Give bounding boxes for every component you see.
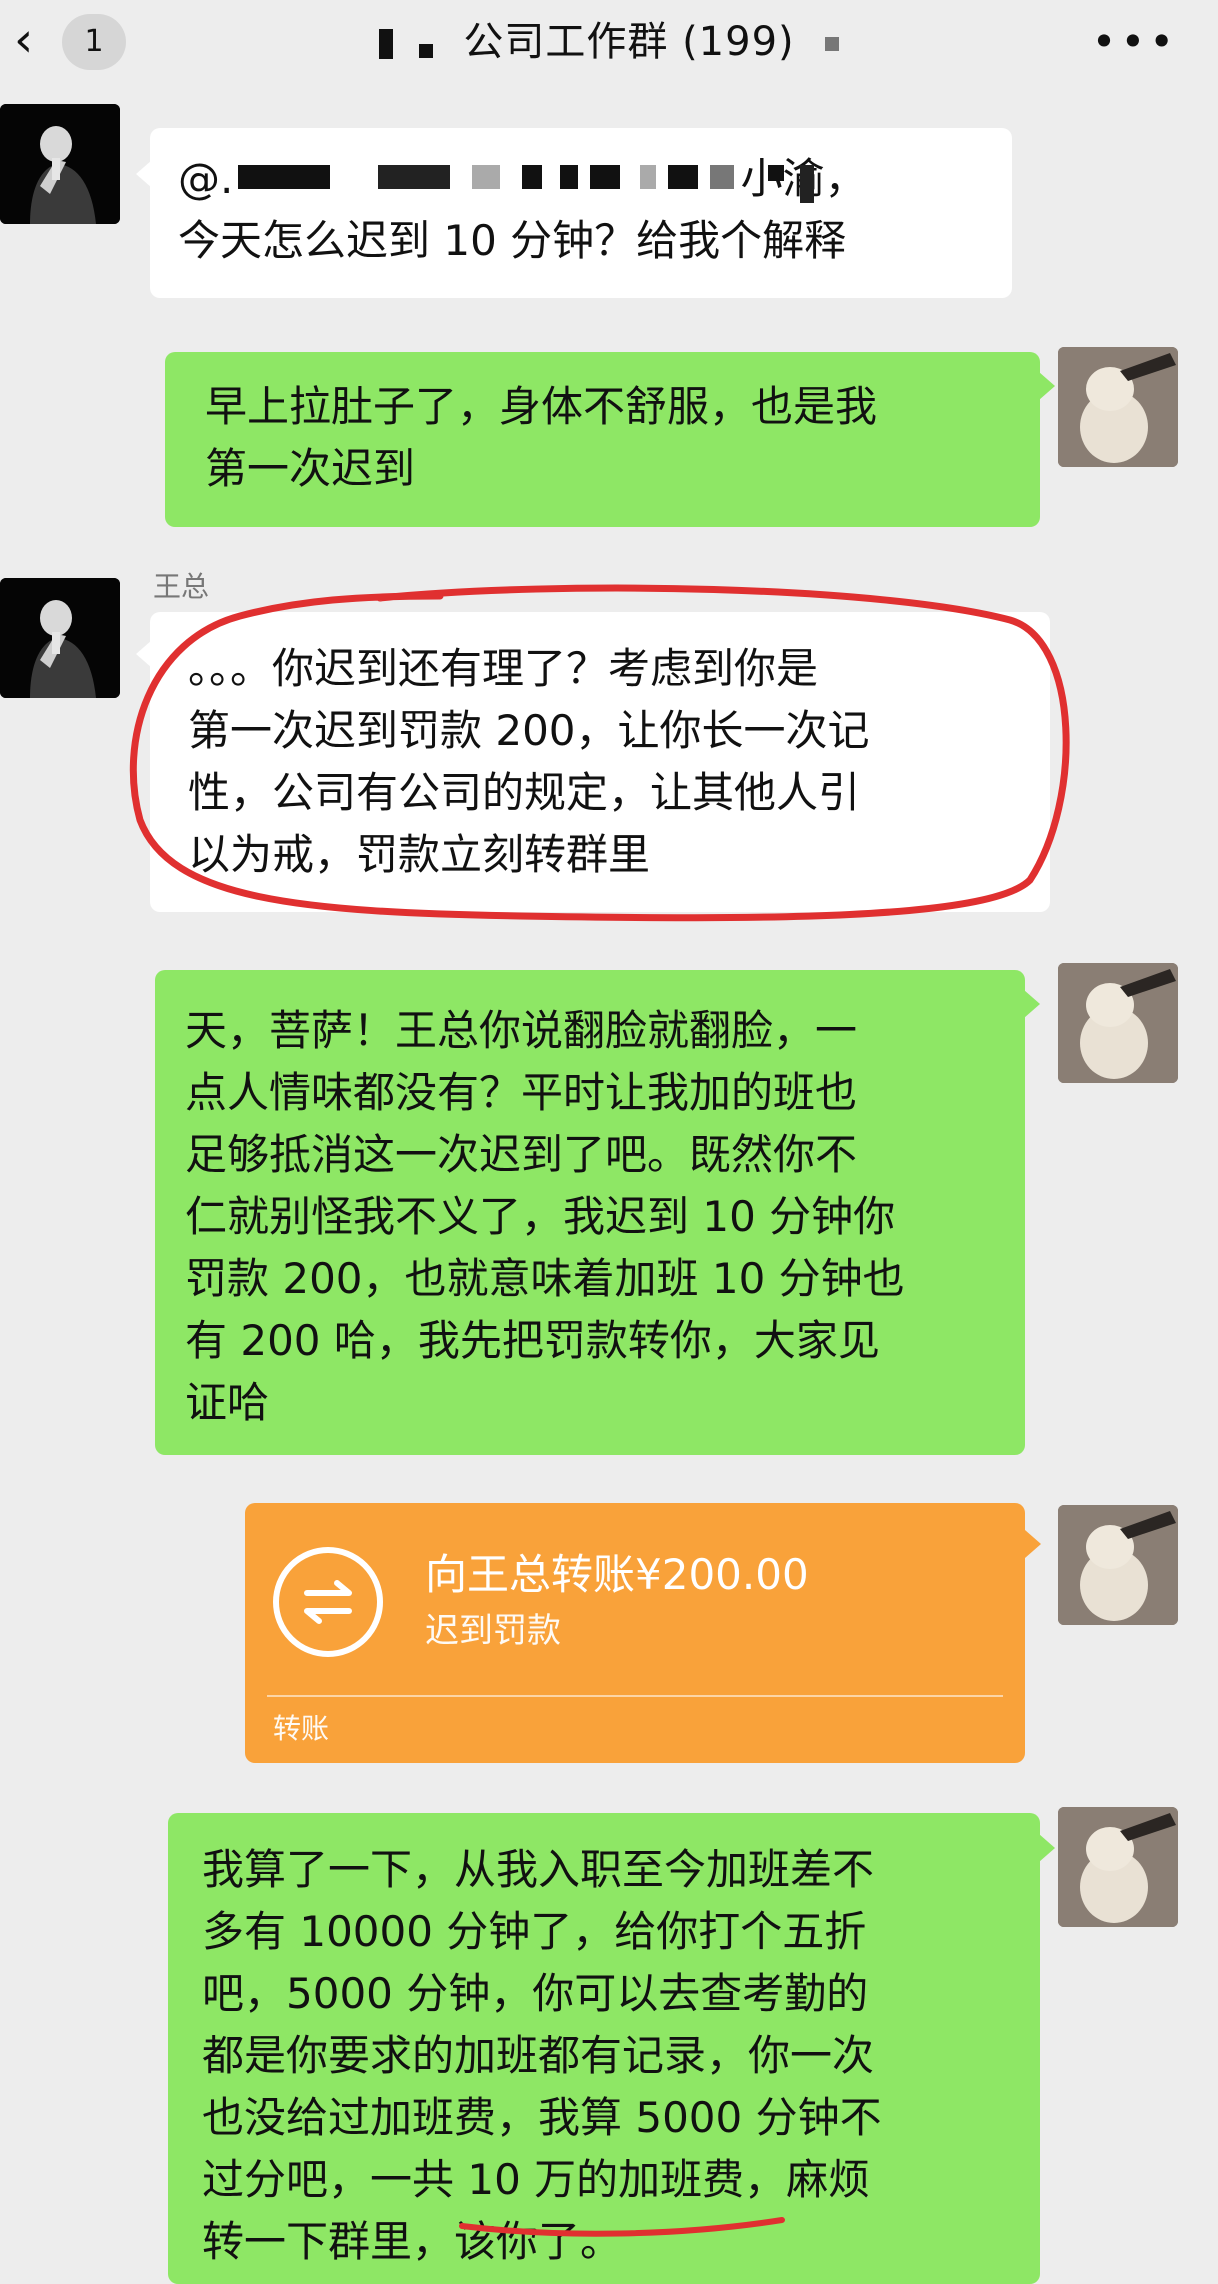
message-text: 我算了一下，从我入职至今加班差不 多有 10000 分钟了，给你打个五折 吧，5… xyxy=(202,1845,882,2266)
boss-avatar[interactable] xyxy=(0,578,120,698)
boss-avatar-image xyxy=(0,104,120,224)
message-bubble-self-3[interactable]: 我算了一下，从我入职至今加班差不 多有 10000 分钟了，给你打个五折 吧，5… xyxy=(168,1813,1040,2284)
redaction-mark xyxy=(379,29,394,59)
message-bubble-boss-2[interactable]: 。。。你迟到还有理了？考虑到你是 第一次迟到罚款 200，让你长一次记 性，公司… xyxy=(150,612,1050,912)
bubble-tail xyxy=(1025,1530,1041,1558)
boss-avatar[interactable] xyxy=(0,104,120,224)
redaction-mark xyxy=(824,37,839,51)
cat-avatar-image xyxy=(1058,963,1178,1083)
message-bubble-boss-1[interactable]: @. 小渝， 今天怎么迟到 10 分钟？给我个解释 xyxy=(150,128,1012,298)
chat-header: ‹ 1 公司工作群 (199) ••• xyxy=(0,0,1218,88)
transfer-card[interactable]: 向王总转账¥200.00 迟到罚款 转账 xyxy=(245,1503,1025,1763)
more-options-icon[interactable]: ••• xyxy=(1092,21,1178,63)
transfer-note: 迟到罚款 xyxy=(425,1611,561,1651)
sender-name: 王总 xyxy=(153,570,210,603)
transfer-divider xyxy=(267,1695,1003,1697)
message-bubble-self-1[interactable]: 早上拉肚子了，身体不舒服，也是我 第一次迟到 xyxy=(165,352,1040,527)
bubble-tail xyxy=(1039,1834,1055,1862)
cat-avatar-image xyxy=(1058,1807,1178,1927)
self-avatar[interactable] xyxy=(1058,963,1178,1083)
message-text: 。。。你迟到还有理了？考虑到你是 第一次迟到罚款 200，让你长一次记 性，公司… xyxy=(188,644,870,879)
self-avatar[interactable] xyxy=(1058,1505,1178,1625)
boss-avatar-image xyxy=(0,578,120,698)
transfer-label: 转账 xyxy=(273,1712,330,1745)
self-avatar[interactable] xyxy=(1058,1807,1178,1927)
message-bubble-self-2[interactable]: 天，菩萨！王总你说翻脸就翻脸，一 点人情味都没有？平时让我加的班也 足够抵消这一… xyxy=(155,970,1025,1455)
self-avatar[interactable] xyxy=(1058,347,1178,467)
chat-title-row: 公司工作群 (199) xyxy=(0,14,1218,70)
bubble-tail xyxy=(1024,990,1040,1018)
chat-title: 公司工作群 (199) xyxy=(463,19,795,65)
message-text: @. 小渝， 今天怎么迟到 10 分钟？给我个解释 xyxy=(178,154,867,265)
cat-avatar-image xyxy=(1058,1505,1178,1625)
transfer-amount: 向王总转账¥200.00 xyxy=(425,1550,809,1599)
bubble-tail xyxy=(1039,372,1055,400)
message-text: 早上拉肚子了，身体不舒服，也是我 第一次迟到 xyxy=(205,382,878,493)
cat-avatar-image xyxy=(1058,347,1178,467)
redaction-mark xyxy=(419,44,434,58)
message-text: 天，菩萨！王总你说翻脸就翻脸，一 点人情味都没有？平时让我加的班也 足够抵消这一… xyxy=(185,1006,905,1427)
transfer-icon xyxy=(273,1547,383,1657)
